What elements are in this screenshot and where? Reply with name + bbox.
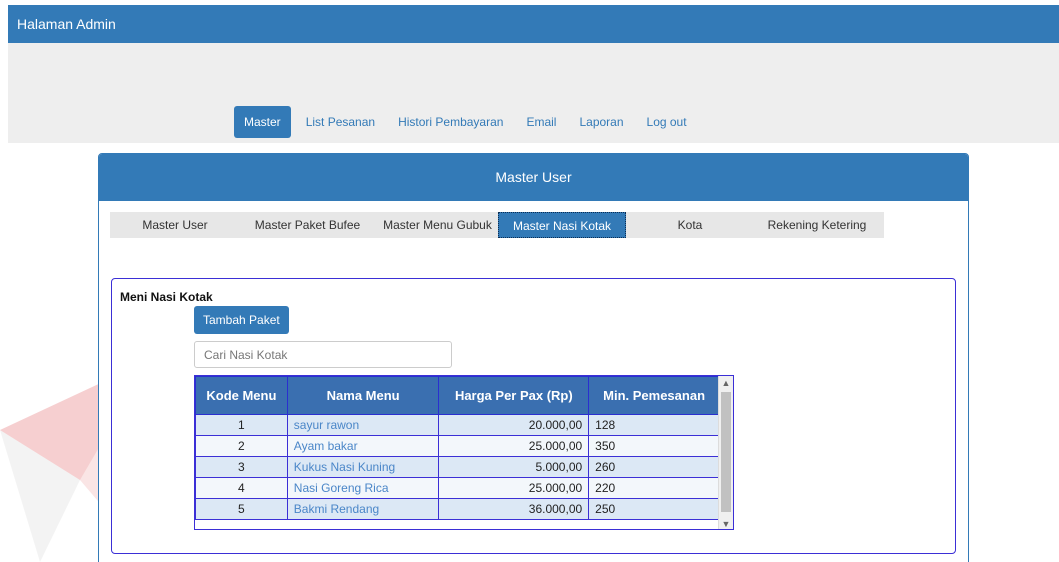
section-title: Meni Nasi Kotak	[120, 290, 213, 304]
cell-nama[interactable]: Ayam bakar	[286, 435, 440, 457]
table-row[interactable]: 2 Ayam bakar 25.000,00 350	[195, 435, 720, 457]
nav-histori-pembayaran[interactable]: Histori Pembayaran	[390, 106, 511, 138]
cell-nama[interactable]: Nasi Goreng Rica	[286, 477, 440, 499]
cell-kode: 1	[195, 414, 288, 436]
main-nav: Master List Pesanan Histori Pembayaran E…	[234, 106, 702, 138]
cell-min: 128	[588, 414, 720, 436]
chevron-down-icon[interactable]: ▼	[719, 517, 733, 529]
table-row[interactable]: 3 Kukus Nasi Kuning 5.000,00 260	[195, 456, 720, 478]
search-input[interactable]	[194, 341, 452, 368]
cell-min: 260	[588, 456, 720, 478]
scrollbar-thumb[interactable]	[721, 392, 731, 512]
header-min-pemesanan[interactable]: Min. Pemesanan	[588, 376, 720, 415]
table-row[interactable]: 1 sayur rawon 20.000,00 128	[195, 414, 720, 436]
tab-master-paket-bufee[interactable]: Master Paket Bufee	[245, 212, 370, 238]
cell-nama[interactable]: Bakmi Rendang	[286, 498, 440, 520]
nav-laporan[interactable]: Laporan	[571, 106, 631, 138]
tab-kota[interactable]: Kota	[640, 212, 740, 238]
cell-nama[interactable]: sayur rawon	[286, 414, 440, 436]
cell-nama[interactable]: Kukus Nasi Kuning	[286, 456, 440, 478]
nav-email[interactable]: Email	[518, 106, 564, 138]
menu-table: Kode Menu Nama Menu Harga Per Pax (Rp) M…	[195, 376, 720, 520]
cell-kode: 4	[195, 477, 288, 499]
table-row[interactable]: 4 Nasi Goreng Rica 25.000,00 220	[195, 477, 720, 499]
nav-master[interactable]: Master	[234, 106, 291, 138]
tambah-paket-button[interactable]: Tambah Paket	[194, 306, 289, 334]
cell-min: 220	[588, 477, 720, 499]
cell-harga: 20.000,00	[438, 414, 590, 436]
cell-min: 250	[588, 498, 720, 520]
page: Halaman Admin Master List Pesanan Histor…	[0, 0, 1059, 562]
tab-master-user[interactable]: Master User	[110, 212, 240, 238]
header-nama-menu[interactable]: Nama Menu	[286, 376, 440, 415]
tab-master-menu-gubuk[interactable]: Master Menu Gubuk	[375, 212, 500, 238]
header-harga[interactable]: Harga Per Pax (Rp)	[438, 376, 590, 415]
cell-kode: 2	[195, 435, 288, 457]
cell-harga: 25.000,00	[438, 435, 590, 457]
cell-harga: 36.000,00	[438, 498, 590, 520]
panel-title: Master User	[99, 154, 968, 201]
cell-min: 350	[588, 435, 720, 457]
header-kode-menu[interactable]: Kode Menu	[195, 376, 288, 415]
tab-master-nasi-kotak[interactable]: Master Nasi Kotak	[498, 212, 626, 238]
table-row[interactable]: 5 Bakmi Rendang 36.000,00 250	[195, 498, 720, 520]
nav-list-pesanan[interactable]: List Pesanan	[298, 106, 383, 138]
table-header-row: Kode Menu Nama Menu Harga Per Pax (Rp) M…	[195, 376, 720, 415]
nav-log-out[interactable]: Log out	[639, 106, 695, 138]
top-bar: Halaman Admin	[8, 5, 1059, 43]
app-title: Halaman Admin	[17, 16, 116, 32]
table-scrollbar[interactable]: ▲ ▼	[718, 376, 733, 529]
master-tabs: Master User Master Paket Bufee Master Me…	[110, 212, 884, 238]
cell-kode: 5	[195, 498, 288, 520]
chevron-up-icon[interactable]: ▲	[719, 376, 733, 390]
nasi-kotak-section: Meni Nasi Kotak Tambah Paket Kode Menu N…	[111, 278, 956, 554]
tab-rekening-ketering[interactable]: Rekening Ketering	[750, 212, 884, 238]
cell-harga: 25.000,00	[438, 477, 590, 499]
master-panel: Master User Master User Master Paket Buf…	[98, 153, 969, 562]
menu-table-container[interactable]: Kode Menu Nama Menu Harga Per Pax (Rp) M…	[194, 375, 734, 530]
cell-kode: 3	[195, 456, 288, 478]
cell-harga: 5.000,00	[438, 456, 590, 478]
